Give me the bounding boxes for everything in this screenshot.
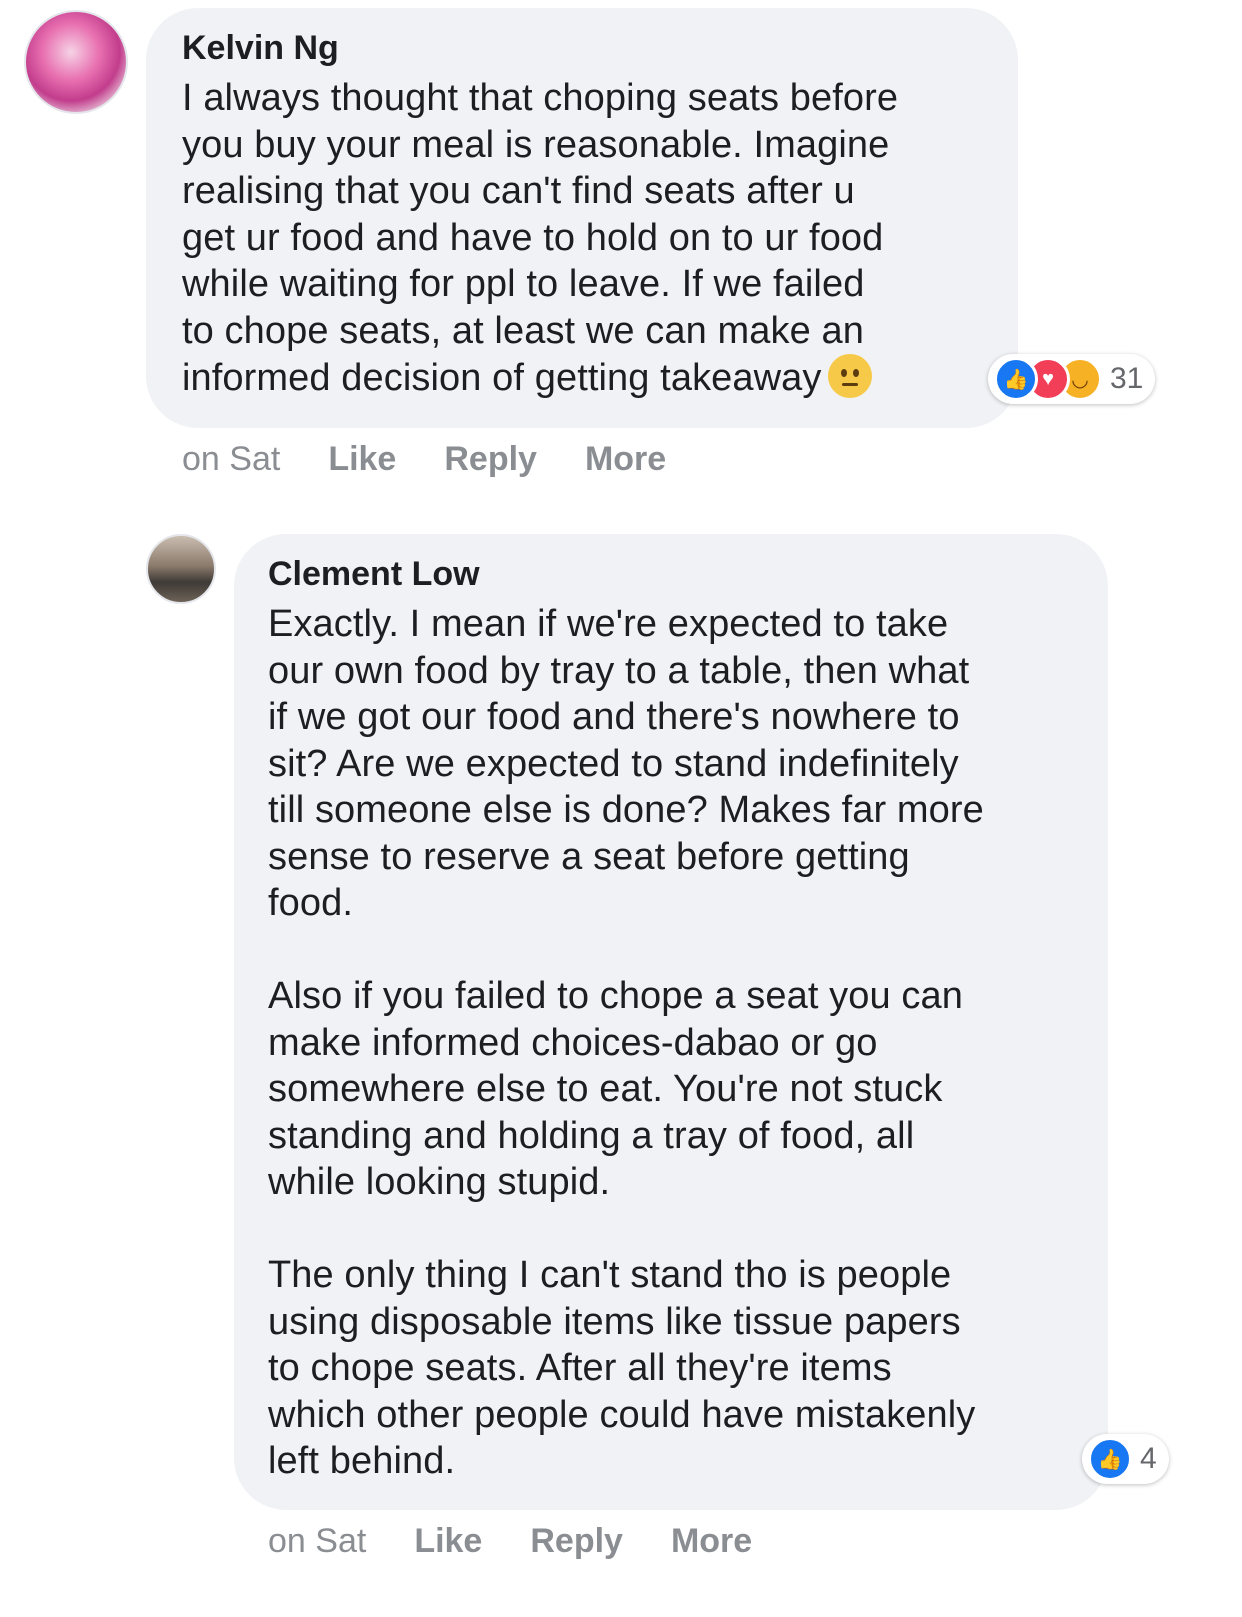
like-reaction-icon: 👍 [994,357,1038,401]
avatar-kelvin-ng[interactable] [24,10,128,114]
comment-actions: on Sat Like Reply More [268,1522,752,1561]
more-button[interactable]: More [585,440,666,479]
comment-text: Exactly. I mean if we're expected to tak… [268,603,984,1483]
comment-actions: on Sat Like Reply More [182,440,666,479]
reply-button[interactable]: Reply [530,1522,623,1561]
reaction-count: 4 [1140,1442,1157,1475]
comment-bubble: Kelvin Ng I always thought that choping … [146,8,1018,428]
reactions-summary[interactable]: 👍 4 [1082,1434,1169,1484]
like-reaction-icon: 👍 [1088,1437,1132,1481]
neutral-face-emoji-icon [827,354,872,399]
reply-button[interactable]: Reply [444,440,537,479]
like-button[interactable]: Like [328,440,396,479]
comment-author[interactable]: Clement Low [268,555,1078,593]
comment-author[interactable]: Kelvin Ng [182,29,988,67]
avatar-clement-low[interactable] [146,534,216,604]
reaction-count: 31 [1110,362,1144,395]
reply-bubble: Clement Low Exactly. I mean if we're exp… [234,534,1108,1510]
reactions-summary[interactable]: 👍 ♥ ◡ 31 [988,354,1156,404]
like-button[interactable]: Like [414,1522,482,1561]
comment-timestamp[interactable]: on Sat [182,440,280,479]
more-button[interactable]: More [671,1522,752,1561]
comment-text: I always thought that choping seats befo… [182,75,988,402]
comment-timestamp[interactable]: on Sat [268,1522,366,1561]
comment-text-body: I always thought that choping seats befo… [182,77,899,400]
